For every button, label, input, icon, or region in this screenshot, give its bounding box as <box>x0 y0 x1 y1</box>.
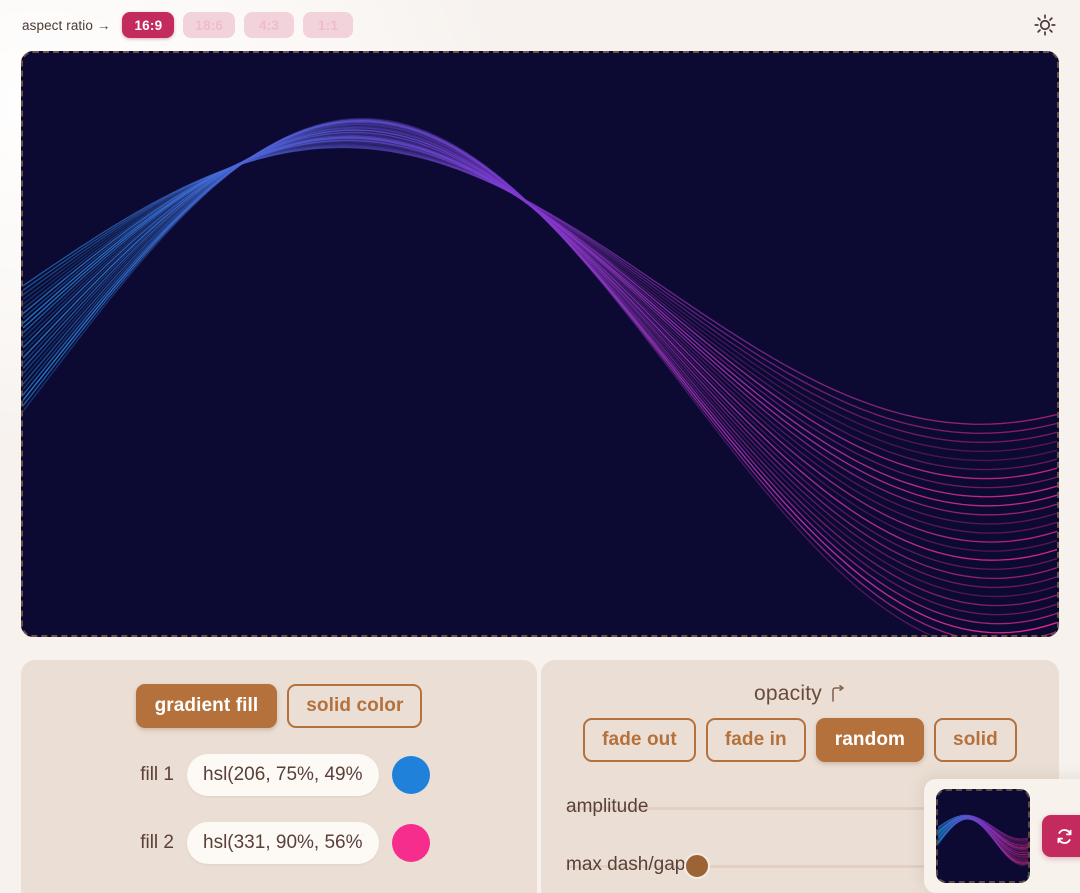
preview-widget: randomize <box>924 779 1080 893</box>
solid-button[interactable]: solid <box>934 718 1017 762</box>
gradient-fill-button[interactable]: gradient fill <box>135 684 278 728</box>
fade-in-button[interactable]: fade in <box>705 718 806 762</box>
solid-color-button[interactable]: solid color <box>287 684 423 728</box>
fill-mode-group: gradient fill solid color <box>21 684 537 728</box>
fill-2-swatch[interactable] <box>392 824 430 862</box>
aspect-ratio-4-3[interactable]: 4:3 <box>244 12 295 38</box>
dashgap-label: max dash/gap <box>566 854 686 875</box>
opacity-title: opacity <box>754 682 822 705</box>
randomize-button[interactable]: randomize <box>1042 815 1080 857</box>
fill-1-swatch[interactable] <box>392 756 430 794</box>
fill-panel-body: gradient fill solid color fill 1 fill 2 <box>21 660 537 864</box>
wave-artwork <box>23 53 1057 635</box>
top-toolbar: aspect ratio → 16:9 18:6 4:3 1:1 <box>0 0 1080 50</box>
artwork-canvas[interactable] <box>21 51 1059 637</box>
fill-1-label: fill 1 <box>140 764 174 785</box>
sun-icon <box>1034 14 1056 36</box>
aspect-ratio-16-9[interactable]: 16:9 <box>122 12 175 38</box>
fill-panel: gradient fill solid color fill 1 fill 2 <box>21 660 537 893</box>
fill-1-row: fill 1 <box>21 754 537 796</box>
dashgap-slider-knob[interactable] <box>684 853 710 879</box>
refresh-icon <box>1057 828 1072 844</box>
aspect-ratio-18-6[interactable]: 18:6 <box>183 12 236 38</box>
fill-2-label: fill 2 <box>140 832 174 853</box>
random-button[interactable]: random <box>815 718 925 762</box>
fill-2-input[interactable] <box>187 822 379 864</box>
fill-1-input[interactable] <box>187 754 379 796</box>
aspect-ratio-group: 16:9 18:6 4:3 1:1 <box>122 12 354 38</box>
fade-out-button[interactable]: fade out <box>583 718 696 762</box>
aspect-ratio-label: aspect ratio → <box>22 17 111 33</box>
aspect-ratio-1-1[interactable]: 1:1 <box>303 12 354 38</box>
app-root: aspect ratio → 16:9 18:6 4:3 1:1 gradien… <box>0 0 1080 893</box>
thumbnail-wave-artwork <box>938 791 1028 881</box>
fill-2-row: fill 2 <box>21 822 537 864</box>
opacity-mode-group: fade out fade in random solid <box>541 718 1059 762</box>
amplitude-label: amplitude <box>566 796 649 817</box>
theme-toggle-button[interactable] <box>1028 8 1062 42</box>
shuffle-arrow-icon <box>832 685 844 702</box>
preview-thumbnail[interactable] <box>936 789 1030 883</box>
opacity-heading: opacity <box>541 682 1059 706</box>
